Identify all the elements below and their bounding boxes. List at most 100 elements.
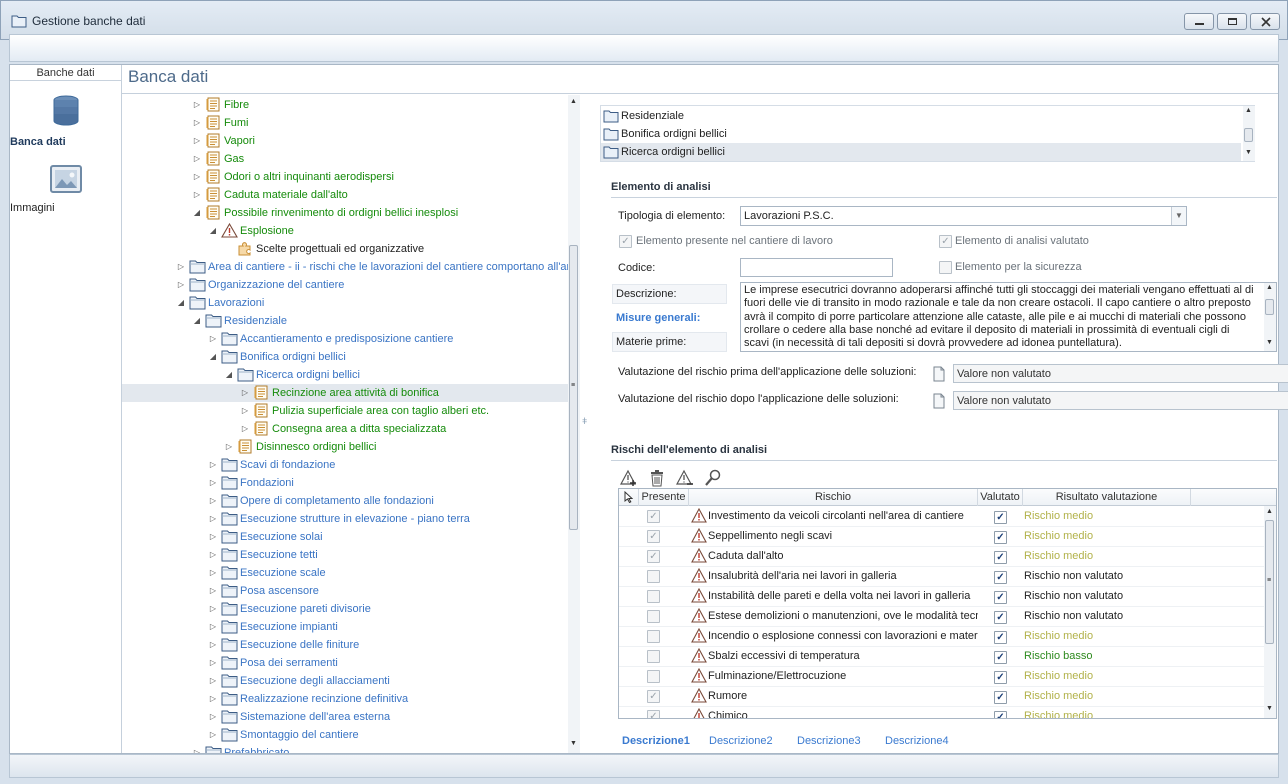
valutato-checkbox[interactable]: ✓ <box>994 511 1007 524</box>
expand-icon[interactable]: ▷ <box>192 186 202 204</box>
expand-icon[interactable]: ▷ <box>224 438 234 456</box>
table-row[interactable]: Fulminazione/Elettrocuzione ✓ Rischio medi… <box>619 667 1264 687</box>
presente-checkbox[interactable] <box>647 650 660 663</box>
chevron-down-icon[interactable]: ▼ <box>1171 207 1186 225</box>
valutato-checkbox[interactable]: ✓ <box>994 551 1007 564</box>
valutato-checkbox[interactable]: ✓ <box>994 571 1007 584</box>
tree-item[interactable]: ▷ Vapori <box>122 132 568 150</box>
valutato-checkbox[interactable]: ✓ <box>994 671 1007 684</box>
valutato-checkbox[interactable]: ✓ <box>994 591 1007 604</box>
expand-icon[interactable]: ▷ <box>208 636 218 654</box>
scrollbar-thumb[interactable] <box>1265 299 1274 315</box>
presente-checkbox[interactable] <box>647 570 660 583</box>
expand-icon[interactable]: ▷ <box>192 168 202 186</box>
tree-item[interactable]: ▷ Caduta materiale dall'alto <box>122 186 568 204</box>
column-header-valutato[interactable]: Valutato <box>978 489 1023 506</box>
scrollbar-thumb[interactable]: ≡ <box>1265 520 1274 644</box>
expand-icon[interactable]: ▷ <box>208 582 218 600</box>
expand-icon[interactable]: ▷ <box>240 384 250 402</box>
nav-item-banca-dati[interactable]: Banca dati <box>10 95 122 148</box>
tree-item[interactable]: ▷ Smontaggio del cantiere <box>122 726 568 744</box>
document-edit-icon[interactable] <box>932 393 946 409</box>
tree-item[interactable]: ▷ Posa dei serramenti <box>122 654 568 672</box>
table-row[interactable]: Insalubrità dell'aria nei lavori in gall… <box>619 567 1264 587</box>
close-button[interactable] <box>1250 13 1280 30</box>
tree-item[interactable]: ▷ Fibre <box>122 96 568 114</box>
scroll-down-icon[interactable]: ▼ <box>1264 705 1275 712</box>
expand-icon[interactable]: ▷ <box>192 150 202 168</box>
expand-icon[interactable]: ▷ <box>208 600 218 618</box>
tree-item[interactable]: ▷ Fondazioni <box>122 474 568 492</box>
tab-materie-prime[interactable]: Materie prime: <box>612 332 727 352</box>
tab-descrizione4[interactable]: Descrizione4 <box>885 735 949 747</box>
tab-descrizione3[interactable]: Descrizione3 <box>797 735 861 747</box>
presente-checkbox[interactable]: ✓ <box>619 235 632 248</box>
location-item[interactable]: Bonifica ordigni bellici <box>601 125 1241 143</box>
tree-item[interactable]: ▷ Esecuzione strutture in elevazione - pi… <box>122 510 568 528</box>
collapse-icon[interactable]: ◢ <box>192 312 202 330</box>
tree-item[interactable]: ▷ Esecuzione pareti divisorie <box>122 600 568 618</box>
tree-item[interactable]: ▷ Realizzazione recinzione definitiva <box>122 690 568 708</box>
expand-icon[interactable]: ▷ <box>208 690 218 708</box>
column-header-rischio[interactable]: Rischio <box>689 489 978 506</box>
tree-item[interactable]: ◢ Residenziale <box>122 312 568 330</box>
scroll-down-icon[interactable]: ▼ <box>1264 339 1275 346</box>
tree-item[interactable]: ▷ Disinnesco ordigni bellici <box>122 438 568 456</box>
tab-misure-generali[interactable]: Misure generali: <box>612 308 727 328</box>
table-row[interactable]: ✓ Seppellimento negli scavi ✓ Rischio medio <box>619 527 1264 547</box>
expand-icon[interactable]: ▷ <box>240 402 250 420</box>
expand-icon[interactable]: ▷ <box>192 744 202 753</box>
tree-item[interactable]: ▷ Consegna area a ditta specializzata <box>122 420 568 438</box>
expand-icon[interactable]: ▷ <box>192 96 202 114</box>
tree-item[interactable]: ▷ Posa ascensore <box>122 582 568 600</box>
tree-item[interactable]: ▷ Pulizia superficiale area con taglio al… <box>122 402 568 420</box>
collapse-icon[interactable]: ◢ <box>224 366 234 384</box>
tree-item[interactable]: Scelte progettuali ed organizzative <box>122 240 568 258</box>
tree-item[interactable]: ◢ Ricerca ordigni bellici <box>122 366 568 384</box>
tree-item[interactable]: ◢ Possibile rinvenimento di ordigni belli… <box>122 204 568 222</box>
add-risk-icon[interactable] <box>620 469 638 487</box>
search-icon[interactable] <box>704 469 722 487</box>
expand-icon[interactable]: ▷ <box>208 618 218 636</box>
scroll-up-icon[interactable]: ▲ <box>1243 107 1254 114</box>
presente-checkbox[interactable] <box>647 610 660 623</box>
scrollbar-thumb[interactable]: ≡ <box>569 245 578 530</box>
tree-item[interactable]: ▷ Gas <box>122 150 568 168</box>
tree-item[interactable]: ◢ Bonifica ordigni bellici <box>122 348 568 366</box>
presente-checkbox[interactable]: ✓ <box>647 550 660 563</box>
expand-icon[interactable]: ▷ <box>208 492 218 510</box>
remove-risk-icon[interactable] <box>676 469 694 487</box>
tab-descrizione[interactable]: Descrizione: <box>612 284 727 304</box>
valutato-checkbox[interactable]: ✓ <box>994 531 1007 544</box>
tree-item[interactable]: ▷ Organizzazione del cantiere <box>122 276 568 294</box>
column-header-risultato[interactable]: Risultato valutazione <box>1023 489 1191 506</box>
expand-icon[interactable]: ▷ <box>176 276 186 294</box>
tree-item[interactable]: ▷ Accantieramento e predisposizione canti… <box>122 330 568 348</box>
scroll-down-icon[interactable]: ▼ <box>1243 149 1254 156</box>
valutato-checkbox[interactable]: ✓ <box>939 235 952 248</box>
tree-item[interactable]: ▷ Area di cantiere - ii - rischi che le l… <box>122 258 568 276</box>
expand-icon[interactable]: ▷ <box>208 528 218 546</box>
expand-icon[interactable]: ▷ <box>208 510 218 528</box>
nav-item-immagini[interactable]: Immagini <box>10 165 122 214</box>
expand-icon[interactable]: ▷ <box>208 546 218 564</box>
pane-splitter[interactable]: ǂ <box>580 95 590 753</box>
location-item[interactable]: Residenziale <box>601 107 1241 125</box>
expand-icon[interactable]: ▷ <box>208 564 218 582</box>
tree-item[interactable]: ▷ Recinzione area attività di bonifica <box>122 384 568 402</box>
scroll-up-icon[interactable]: ▲ <box>1264 284 1275 291</box>
table-row[interactable]: Sbalzi eccessivi di temperatura ✓ Rischio … <box>619 647 1264 667</box>
table-row[interactable]: ✓ Chimico ✓ Rischio medio <box>619 707 1264 718</box>
presente-checkbox[interactable] <box>647 590 660 603</box>
grid-scrollbar[interactable]: ▲ ≡ ▼ <box>1264 506 1276 718</box>
expand-icon[interactable]: ▷ <box>208 474 218 492</box>
expand-icon[interactable]: ▷ <box>192 114 202 132</box>
tree-item[interactable]: ▷ Opere di completamento alle fondazioni <box>122 492 568 510</box>
presente-checkbox[interactable] <box>647 630 660 643</box>
table-row[interactable]: Incendio o esplosione connessi con lavor… <box>619 627 1264 647</box>
tab-descrizione1[interactable]: Descrizione1 <box>622 735 690 747</box>
table-row[interactable]: Instabilità delle pareti e della volta n… <box>619 587 1264 607</box>
tree-item[interactable]: ▷ Esecuzione scale <box>122 564 568 582</box>
tree-item[interactable]: ▷ Esecuzione delle finiture <box>122 636 568 654</box>
minimize-button[interactable] <box>1184 13 1214 30</box>
